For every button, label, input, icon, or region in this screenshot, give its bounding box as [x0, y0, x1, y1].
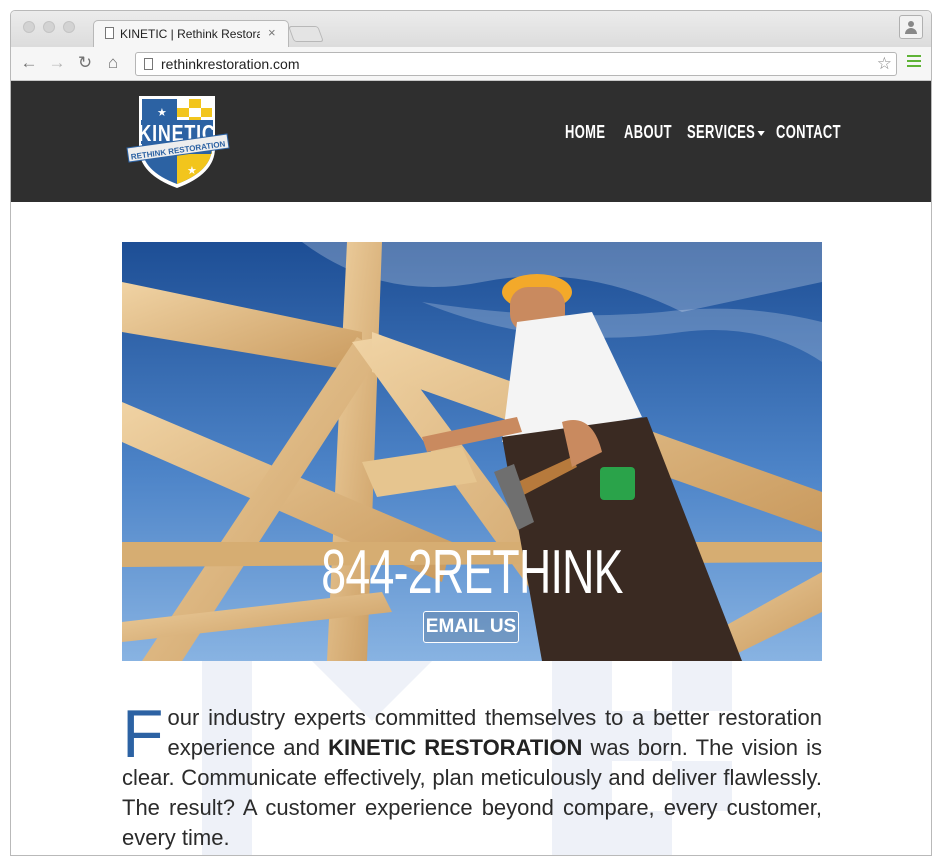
tab-title: KINETIC | Rethink Restorati: [120, 27, 260, 41]
minimize-window-button[interactable]: [43, 21, 55, 33]
site-header: ★ ★ KINETIC RETHINK RESTORATION HOME ABO…: [11, 81, 931, 202]
tab-close-icon[interactable]: ×: [268, 25, 276, 40]
hero-image: 844-2RETHINK EMAIL US: [122, 242, 822, 661]
page-icon: [144, 58, 153, 70]
browser-tab[interactable]: KINETIC | Rethink Restorati ×: [93, 20, 289, 47]
nav-contact[interactable]: CONTACT: [776, 122, 841, 152]
home-icon[interactable]: ⌂: [103, 53, 123, 73]
back-arrow-icon[interactable]: ←: [19, 53, 39, 73]
bookmark-star-icon[interactable]: ☆: [877, 54, 892, 74]
nav-services[interactable]: SERVICES: [687, 122, 765, 152]
brand-name: KINETIC RESTORATION: [328, 735, 583, 760]
tab-strip: KINETIC | Rethink Restorati ×: [11, 11, 931, 47]
nav-about[interactable]: ABOUT: [624, 122, 672, 152]
page-icon: [105, 27, 114, 39]
nav-home[interactable]: HOME: [565, 122, 605, 152]
caret-down-icon: [757, 130, 765, 136]
forward-arrow-icon[interactable]: →: [47, 53, 67, 73]
url-text[interactable]: rethinkrestoration.com: [161, 56, 300, 72]
chrome-menu-icon[interactable]: [907, 55, 921, 73]
svg-text:★: ★: [187, 164, 197, 177]
intro-paragraph: Four industry experts committed themselv…: [122, 696, 822, 853]
svg-text:★: ★: [157, 106, 167, 119]
drop-cap: F: [122, 696, 164, 772]
maximize-window-button[interactable]: [63, 21, 75, 33]
new-tab-button[interactable]: [288, 26, 324, 42]
browser-toolbar: ← → ↻ ⌂ rethinkrestoration.com ☆: [11, 47, 931, 81]
page-content: ★ ★ KINETIC RETHINK RESTORATION HOME ABO…: [11, 81, 931, 855]
profile-button[interactable]: [899, 15, 923, 39]
email-us-button[interactable]: EMAIL US: [423, 611, 519, 643]
nav-services-label: SERVICES: [687, 122, 756, 142]
close-window-button[interactable]: [23, 21, 35, 33]
browser-window: KINETIC | Rethink Restorati × ← → ↻ ⌂ re…: [10, 10, 932, 856]
kinetic-logo[interactable]: ★ ★ KINETIC RETHINK RESTORATION: [121, 90, 233, 192]
profile-icon: [908, 21, 914, 27]
address-bar[interactable]: rethinkrestoration.com ☆: [135, 52, 897, 76]
reload-icon[interactable]: ↻: [75, 53, 95, 73]
phone-number[interactable]: 844-2RETHINK: [220, 537, 724, 608]
